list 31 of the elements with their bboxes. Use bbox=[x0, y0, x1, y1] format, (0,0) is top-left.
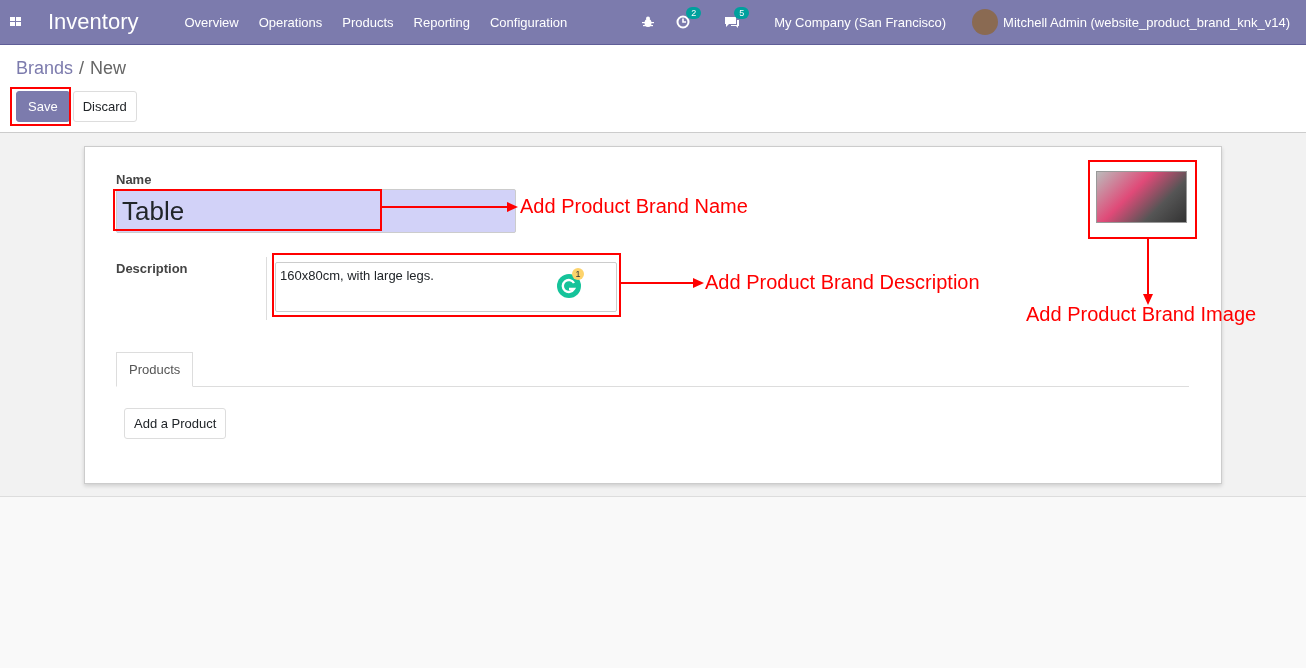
field-label: Description bbox=[116, 260, 189, 278]
breadcrumb-separator: / bbox=[79, 58, 85, 79]
menu-item[interactable]: Products bbox=[342, 14, 394, 30]
annotation-label: Add Product Brand Description bbox=[705, 271, 980, 294]
message-count: 5 bbox=[734, 7, 750, 19]
annotation-label: Add Product Brand Image bbox=[1026, 303, 1257, 326]
annotation-label: Add Product Brand Name bbox=[520, 195, 748, 218]
name-input[interactable]: Table bbox=[116, 189, 516, 233]
bug-icon[interactable] bbox=[642, 16, 655, 28]
annotation-arrow bbox=[1143, 239, 1153, 305]
tab[interactable]: Products bbox=[116, 352, 194, 387]
field-label: Name bbox=[116, 172, 153, 187]
breadcrumb-item: New bbox=[90, 58, 127, 79]
clock-icon[interactable] bbox=[676, 15, 691, 29]
activity-count: 2 bbox=[686, 7, 702, 19]
add-product-button[interactable]: Add a Product bbox=[124, 408, 227, 439]
photo-placeholder[interactable] bbox=[1096, 171, 1187, 223]
discard-button[interactable]: Discard bbox=[72, 91, 137, 122]
user-menu[interactable]: Mitchell Admin (website_product_brand_knk_v14) bbox=[1003, 14, 1290, 30]
app-name[interactable]: Inventory bbox=[48, 9, 139, 35]
suggestion-count: 1 bbox=[572, 268, 584, 280]
annotation-box bbox=[10, 87, 71, 126]
menu-item[interactable]: Operations bbox=[258, 14, 323, 30]
breadcrumb-item[interactable]: Brands bbox=[16, 58, 74, 79]
menu-item[interactable]: Configuration bbox=[489, 14, 568, 30]
chat-icon[interactable] bbox=[724, 15, 741, 29]
menu-item[interactable]: Reporting bbox=[413, 14, 470, 30]
apps-menu-icon[interactable] bbox=[10, 17, 22, 27]
save-button[interactable]: Save bbox=[16, 91, 70, 122]
menu-item[interactable]: Overview bbox=[184, 14, 239, 30]
company-switcher[interactable]: My Company (San Francisco) bbox=[774, 14, 947, 30]
